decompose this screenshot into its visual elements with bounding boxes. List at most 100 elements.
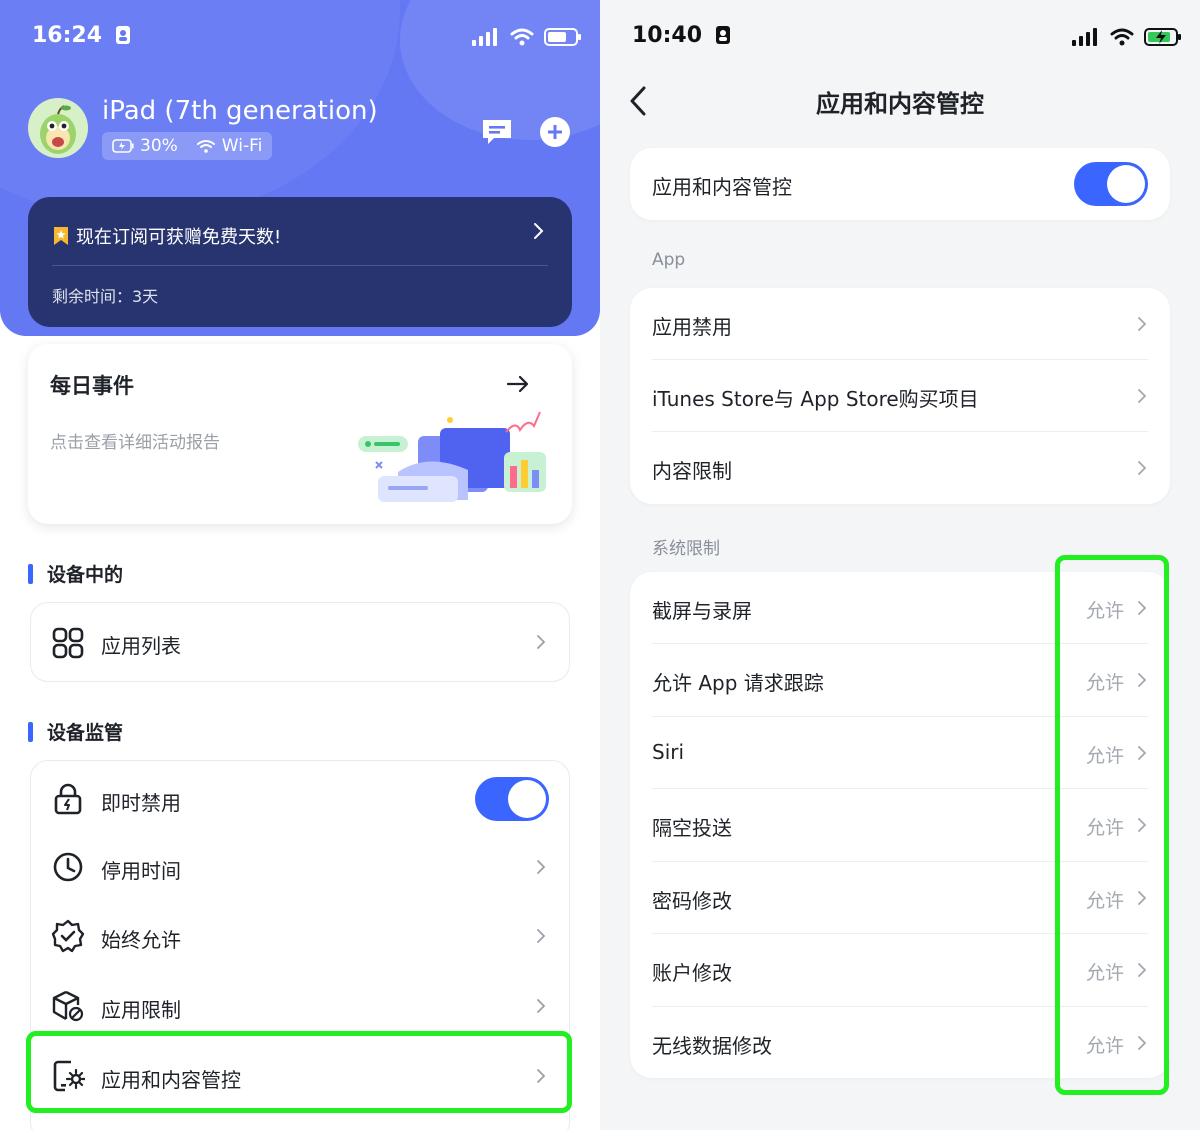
master-toggle-card: 应用和内容管控 [630,148,1170,220]
section-title-supervision: 设备监管 [28,718,123,745]
menu-item-app-list[interactable]: 应用列表 [31,603,569,683]
device-header: iPad (7th generation) 30% Wi-Fi [28,96,578,164]
menu-item-value: 允许 [1085,962,1124,984]
menu-item-label: 应用限制 [101,998,181,1022]
menu-item-label: 隔空投送 [652,816,732,840]
daily-events-card[interactable]: 每日事件 点击查看详细活动报告 [28,344,572,524]
menu-item-app-content-control[interactable]: 应用和内容管控 [31,1041,569,1111]
menu-item-account-change[interactable]: 账户修改 允许 [630,934,1170,1007]
menu-item-value: 允许 [1085,672,1124,694]
left-screen: 16:24 iPad (7th generation) 30% Wi-Fi 现在… [0,0,600,1130]
menu-item-label: 截屏与录屏 [652,599,752,623]
menu-item-always-allowed[interactable]: 始终允许 [31,901,569,971]
lock-icon [54,783,82,815]
menu-item-app-block[interactable]: 应用禁用 [630,288,1170,360]
device-status-chip: 30% Wi-Fi [102,132,273,160]
right-screen: 10:40 应用和内容管控 应用和内容管控 App 应用禁用 iTunes St… [600,0,1200,1130]
chevron-right-icon [1138,891,1147,905]
wifi-icon [196,140,215,153]
battery-charging-icon [112,139,134,153]
wifi-icon [1110,28,1134,46]
app-settings-card: 应用禁用 iTunes Store与 App Store购买项目 内容限制 [630,288,1170,504]
clock-icon [53,852,83,882]
chevron-right-icon [1138,1036,1147,1050]
activity-report-illustration-icon [358,411,546,502]
device-settings-icon [53,1060,85,1092]
instant-disable-toggle[interactable] [475,777,549,821]
wifi-icon [510,28,534,46]
chevron-right-icon [537,999,546,1013]
chevron-right-icon [537,1069,546,1083]
menu-item-label: 应用列表 [101,634,181,658]
chevron-right-icon [537,860,546,874]
menu-item-value: 允许 [1085,890,1124,912]
message-icon [483,120,511,144]
menu-item-app-limits[interactable]: 应用限制 [31,971,569,1041]
chevron-right-icon [1138,818,1147,832]
supervision-card: 即时禁用 停用时间 始终允许 应用限制 应用和内容管控 [30,760,570,1130]
status-indicators [472,26,582,48]
menu-item-value: 允许 [1085,600,1124,622]
chevron-right-icon [1138,461,1147,475]
menu-item-label: 无线数据修改 [652,1034,772,1058]
device-name: iPad (7th generation) [102,96,378,126]
menu-item-label: 允许 App 请求跟踪 [652,671,824,695]
page-title: 应用和内容管控 [816,90,984,118]
chevron-right-icon [1138,746,1147,760]
menu-item-content-restrictions[interactable]: 内容限制 [630,432,1170,504]
menu-item-label: 内容限制 [652,459,732,483]
menu-item-store-purchases[interactable]: iTunes Store与 App Store购买项目 [630,360,1170,432]
menu-item-label: Siri [652,740,685,764]
menu-item-airdrop[interactable]: 隔空投送 允许 [630,789,1170,862]
subscription-promo-card[interactable]: 现在订阅可获赠免费天数! 剩余时间：3天 [28,197,572,327]
status-bar-left: 16:24 [32,22,130,50]
id-badge-icon [715,26,730,44]
battery-icon [544,28,581,46]
app-list-card: 应用列表 [30,602,570,682]
menu-item-app-tracking[interactable]: 允许 App 请求跟踪 允许 [630,644,1170,717]
chevron-right-icon [534,223,544,239]
promo-title: 现在订阅可获赠免费天数! [76,227,282,248]
daily-events-title: 每日事件 [50,374,134,398]
plus-circle-icon [540,117,570,147]
master-toggle-row: 应用和内容管控 [630,148,1170,220]
menu-item-siri[interactable]: Siri 允许 [630,717,1170,789]
app-content-control-toggle[interactable] [1074,162,1148,206]
menu-item-label: 账户修改 [652,961,732,985]
menu-item-downtime[interactable]: 停用时间 [31,833,569,901]
master-toggle-label: 应用和内容管控 [652,175,792,199]
battery-level: 30% [140,136,178,156]
menu-item-value: 允许 [1085,817,1124,839]
daily-events-subtitle: 点击查看详细活动报告 [50,433,220,453]
chevron-right-icon [1138,389,1147,403]
cube-limit-icon [52,990,84,1022]
menu-item-value: 允许 [1085,1035,1124,1057]
id-badge-icon [115,26,130,44]
menu-item-value: 允许 [1085,745,1124,767]
battery-charging-icon [1144,28,1181,46]
app-grid-icon [52,627,84,659]
message-button[interactable] [480,116,514,148]
bookmark-star-icon [54,227,68,245]
signal-icon [1072,28,1097,46]
arrow-right-icon [506,375,529,393]
menu-item-label: 始终允许 [101,928,181,952]
menu-item-cellular-data-change[interactable]: 无线数据修改 允许 [630,1007,1170,1078]
menu-item-label: 停用时间 [101,859,181,883]
section-title-app: App [652,250,686,270]
chevron-right-icon [1138,601,1147,615]
pear-mascot-icon [40,105,76,154]
add-button[interactable] [538,116,572,148]
menu-item-passcode-change[interactable]: 密码修改 允许 [630,862,1170,934]
menu-item-label: 即时禁用 [101,791,181,815]
network-type: Wi-Fi [221,136,263,156]
menu-item-instant-disable: 即时禁用 [31,765,569,833]
menu-item-screen-recording[interactable]: 截屏与录屏 允许 [630,572,1170,644]
section-title-system: 系统限制 [652,539,720,559]
section-title-device: 设备中的 [28,560,123,587]
status-indicators [1072,26,1182,48]
menu-item-label: 应用禁用 [652,315,732,339]
chevron-right-icon [1138,317,1147,331]
avatar[interactable] [28,98,88,158]
status-time: 16:24 [32,22,103,48]
